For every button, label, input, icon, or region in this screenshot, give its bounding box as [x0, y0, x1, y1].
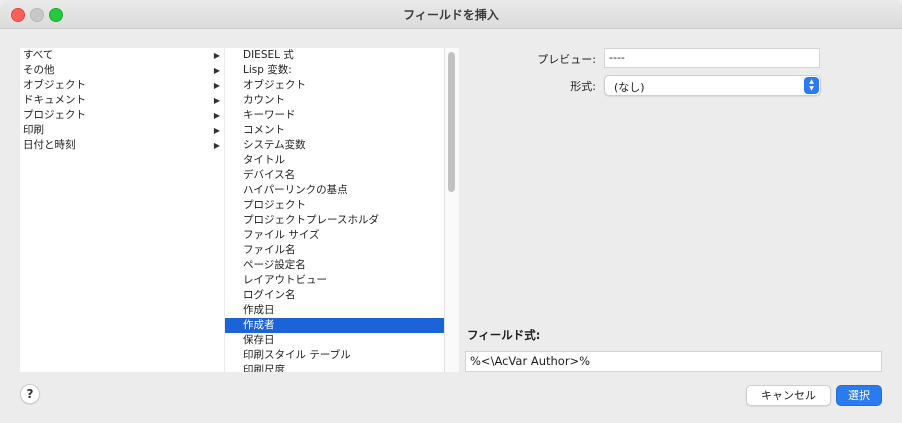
category-item[interactable]: オブジェクト ▶: [20, 78, 224, 93]
field-item[interactable]: オブジェクト: [225, 78, 444, 93]
format-label: 形式:: [570, 80, 596, 93]
field-item[interactable]: コメント: [225, 123, 444, 138]
field-item[interactable]: 印刷尺度: [225, 363, 444, 372]
field-item[interactable]: Lisp 変数:: [225, 63, 444, 78]
field-item[interactable]: レイアウトビュー: [225, 273, 444, 288]
disclosure-arrow-icon: ▶: [213, 81, 220, 90]
category-item-label: 印刷: [23, 124, 44, 136]
field-item[interactable]: ログイン名: [225, 288, 444, 303]
disclosure-arrow-icon: ▶: [213, 96, 220, 105]
category-item[interactable]: 印刷 ▶: [20, 123, 224, 138]
category-list[interactable]: すべて ▶ その他 ▶ オブジェクト ▶ ドキュメント ▶ プロジェクト ▶ 印刷 ▶ 日付と時刻 ▶: [20, 48, 224, 372]
format-select[interactable]: (なし) ▲ ▼: [604, 75, 821, 96]
category-item[interactable]: 日付と時刻 ▶: [20, 138, 224, 153]
select-button[interactable]: 選択: [836, 385, 882, 406]
window-title: フィールドを挿入: [403, 8, 499, 22]
field-item[interactable]: プロジェクト: [225, 198, 444, 213]
field-item-selected[interactable]: 作成者: [225, 318, 444, 333]
format-select-value: (なし): [614, 81, 645, 94]
disclosure-arrow-icon: ▶: [213, 126, 220, 135]
category-item[interactable]: すべて ▶: [20, 48, 224, 63]
field-list-scroll-thumb[interactable]: [448, 52, 455, 192]
field-item[interactable]: キーワード: [225, 108, 444, 123]
category-item-label: すべて: [23, 49, 54, 61]
category-item[interactable]: プロジェクト ▶: [20, 108, 224, 123]
field-item[interactable]: ファイル サイズ: [225, 228, 444, 243]
field-expression-label: フィールド式:: [467, 328, 541, 342]
preview-label: プレビュー:: [537, 53, 596, 66]
field-expression-field[interactable]: %<\AcVar Author>%: [465, 351, 882, 372]
field-item[interactable]: 作成日: [225, 303, 444, 318]
category-item-label: 日付と時刻: [23, 139, 76, 151]
field-item[interactable]: DIESEL 式: [225, 48, 444, 63]
field-item[interactable]: 印刷スタイル テーブル: [225, 348, 444, 363]
disclosure-arrow-icon: ▶: [213, 66, 220, 75]
field-item[interactable]: デバイス名: [225, 168, 444, 183]
title-bar: フィールドを挿入: [0, 0, 902, 29]
category-item-label: その他: [23, 64, 55, 76]
disclosure-arrow-icon: ▶: [213, 111, 220, 120]
preview-field: ----: [604, 48, 820, 68]
category-item[interactable]: ドキュメント ▶: [20, 93, 224, 108]
help-button[interactable]: ?: [20, 384, 40, 404]
field-item[interactable]: 保存日: [225, 333, 444, 348]
field-item[interactable]: ファイル名: [225, 243, 444, 258]
category-item[interactable]: その他 ▶: [20, 63, 224, 78]
field-item[interactable]: カウント: [225, 93, 444, 108]
category-item-label: ドキュメント: [23, 94, 86, 106]
field-item[interactable]: システム変数: [225, 138, 444, 153]
field-item[interactable]: タイトル: [225, 153, 444, 168]
disclosure-arrow-icon: ▶: [213, 141, 220, 150]
field-name-list[interactable]: DIESEL 式 Lisp 変数: オブジェクト カウント キーワード コメント システム変…: [225, 48, 444, 372]
field-item[interactable]: プロジェクトプレースホルダ: [225, 213, 444, 228]
disclosure-arrow-icon: ▶: [213, 51, 220, 60]
field-item[interactable]: ハイパーリンクの基点: [225, 183, 444, 198]
select-arrows-icon: ▲ ▼: [804, 77, 819, 94]
category-item-label: プロジェクト: [23, 109, 86, 121]
field-item[interactable]: ページ設定名: [225, 258, 444, 273]
insert-field-dialog: フィールドを挿入 すべて ▶ その他 ▶ オブジェクト ▶ ドキュメント ▶ プロジェクト ▶ 印刷…: [0, 0, 902, 423]
cancel-button[interactable]: キャンセル: [746, 385, 831, 406]
category-item-label: オブジェクト: [23, 79, 86, 91]
